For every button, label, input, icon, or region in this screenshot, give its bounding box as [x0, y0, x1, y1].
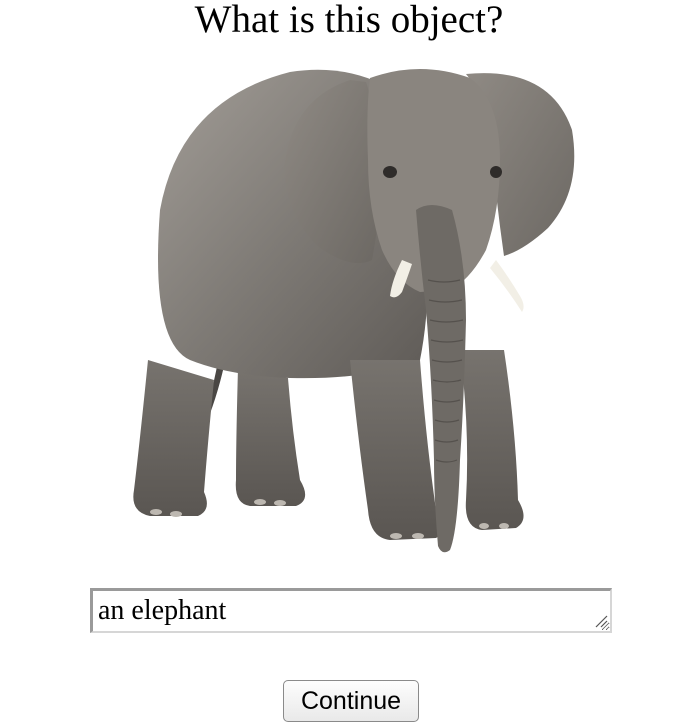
right-tusk — [490, 260, 524, 312]
front-right-leg — [460, 350, 524, 530]
question-heading: What is this object? — [194, 0, 504, 41]
front-left-leg — [350, 360, 443, 540]
left-eye — [383, 166, 397, 178]
answer-textarea[interactable]: an elephant — [90, 588, 612, 633]
back-left-leg — [133, 360, 214, 516]
elephant-image — [120, 60, 590, 560]
back-right-leg — [235, 368, 306, 506]
elephant-illustration — [133, 69, 575, 553]
continue-button[interactable]: Continue — [283, 680, 419, 722]
right-eye — [490, 166, 502, 178]
